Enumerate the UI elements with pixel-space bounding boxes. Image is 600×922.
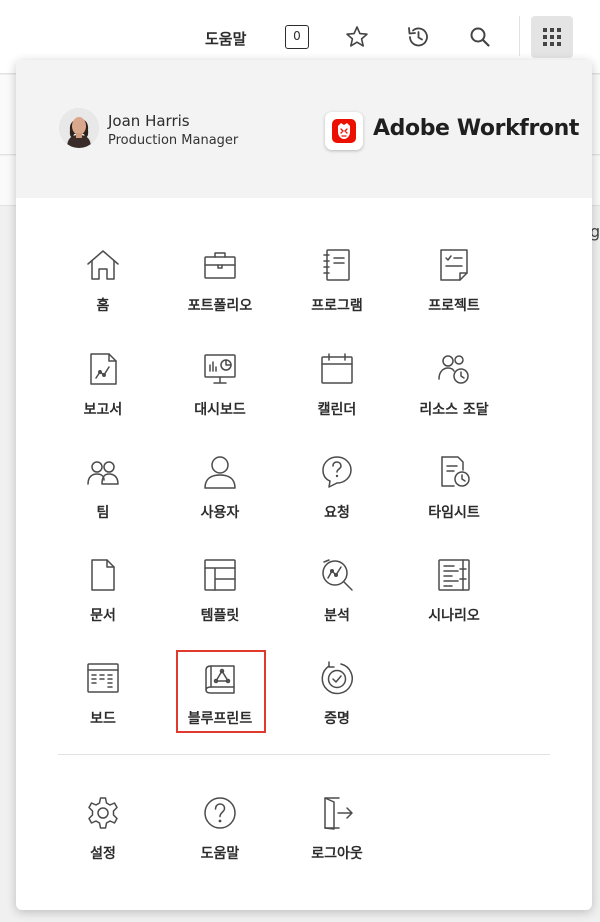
menu-item-resourcing[interactable]: 리소스 조달 — [394, 351, 514, 441]
menu-item-label: 프로젝트 — [428, 298, 480, 314]
menu-item-label: 블루프린트 — [187, 711, 253, 727]
home-icon — [85, 247, 121, 283]
toolbar-divider — [519, 16, 520, 56]
notebook-icon — [319, 247, 355, 283]
menu-divider — [58, 754, 550, 755]
menu-item-label: 시나리오 — [428, 608, 480, 624]
menu-item-label: 타임시트 — [428, 505, 480, 521]
menu-item-analytics[interactable]: 분석 — [277, 557, 397, 647]
team-icon — [85, 454, 121, 490]
menu-item-label: 요청 — [324, 505, 350, 521]
menu-item-logout[interactable]: 로그아웃 — [277, 795, 397, 885]
menu-item-label: 문서 — [90, 608, 116, 624]
gear-icon — [85, 795, 121, 831]
project-icon — [436, 247, 472, 283]
analytics-icon — [319, 557, 355, 593]
menu-header: Joan Harris Production Manager Adobe Wor… — [16, 60, 592, 198]
history-icon[interactable] — [405, 24, 431, 50]
star-icon[interactable] — [344, 24, 370, 50]
blueprint-icon — [202, 660, 238, 696]
menu-item-label: 홈 — [96, 298, 110, 314]
user-role: Production Manager — [108, 133, 239, 148]
menu-item-timesheets[interactable]: 타임시트 — [394, 454, 514, 544]
search-icon[interactable] — [467, 24, 493, 50]
logout-icon — [319, 795, 355, 831]
menu-item-label: 사용자 — [200, 505, 240, 521]
menu-item-programs[interactable]: 프로그램 — [277, 247, 397, 337]
menu-item-requests[interactable]: 요청 — [277, 454, 397, 544]
help-link[interactable]: 도움말 — [205, 28, 246, 49]
menu-item-dashboards[interactable]: 대시보드 — [160, 351, 280, 441]
menu-item-teams[interactable]: 팀 — [43, 454, 163, 544]
menu-item-label: 대시보드 — [194, 402, 246, 418]
menu-item-scenarios[interactable]: 시나리오 — [394, 557, 514, 647]
apps-grid-button[interactable] — [531, 16, 573, 58]
menu-item-label: 포트폴리오 — [187, 298, 253, 314]
help-icon — [202, 795, 238, 831]
menu-item-users[interactable]: 사용자 — [160, 454, 280, 544]
resourcing-icon — [436, 351, 472, 387]
menu-item-portfolios[interactable]: 포트폴리오 — [160, 247, 280, 337]
document-icon — [85, 557, 121, 593]
calendar-icon — [319, 351, 355, 387]
menu-item-reports[interactable]: 보고서 — [43, 351, 163, 441]
menu-item-boards[interactable]: 보드 — [43, 660, 163, 750]
menu-item-label: 캘린더 — [317, 402, 357, 418]
user-icon — [202, 454, 238, 490]
menu-item-label: 팀 — [96, 505, 110, 521]
briefcase-icon — [202, 247, 238, 283]
menu-item-templates[interactable]: 템플릿 — [160, 557, 280, 647]
menu-item-proofs[interactable]: 증명 — [277, 660, 397, 750]
dashboard-icon — [202, 351, 238, 387]
main-menu-panel: Joan Harris Production Manager Adobe Wor… — [16, 60, 592, 910]
timesheet-icon — [436, 454, 472, 490]
scenario-icon — [436, 557, 472, 593]
template-icon — [202, 557, 238, 593]
menu-item-label: 보드 — [90, 711, 116, 727]
menu-item-help[interactable]: 도움말 — [160, 795, 280, 885]
menu-item-projects[interactable]: 프로젝트 — [394, 247, 514, 337]
apps-grid-icon — [543, 28, 561, 46]
proof-icon — [319, 660, 355, 696]
menu-item-label: 증명 — [324, 711, 350, 727]
menu-item-label: 분석 — [324, 608, 350, 624]
menu-item-calendars[interactable]: 캘린더 — [277, 351, 397, 441]
menu-item-label: 설정 — [90, 846, 116, 862]
request-icon — [319, 454, 355, 490]
notifications-counter[interactable]: 0 — [285, 25, 309, 49]
menu-item-label: 템플릿 — [200, 608, 240, 624]
menu-item-documents[interactable]: 문서 — [43, 557, 163, 647]
menu-item-setup[interactable]: 설정 — [43, 795, 163, 885]
menu-item-label: 로그아웃 — [311, 846, 363, 862]
report-icon — [85, 351, 121, 387]
menu-item-label: 보고서 — [83, 402, 123, 418]
brand-name: Adobe Workfront — [373, 116, 580, 141]
workfront-logo-icon — [325, 112, 363, 150]
user-name[interactable]: Joan Harris — [108, 112, 190, 130]
menu-item-label: 프로그램 — [311, 298, 363, 314]
avatar[interactable] — [59, 108, 99, 148]
board-icon — [85, 660, 121, 696]
menu-item-home[interactable]: 홈 — [43, 247, 163, 337]
menu-item-blueprints[interactable]: 블루프린트 — [160, 650, 280, 750]
menu-item-label: 도움말 — [200, 846, 240, 862]
menu-item-label: 리소스 조달 — [419, 402, 489, 418]
